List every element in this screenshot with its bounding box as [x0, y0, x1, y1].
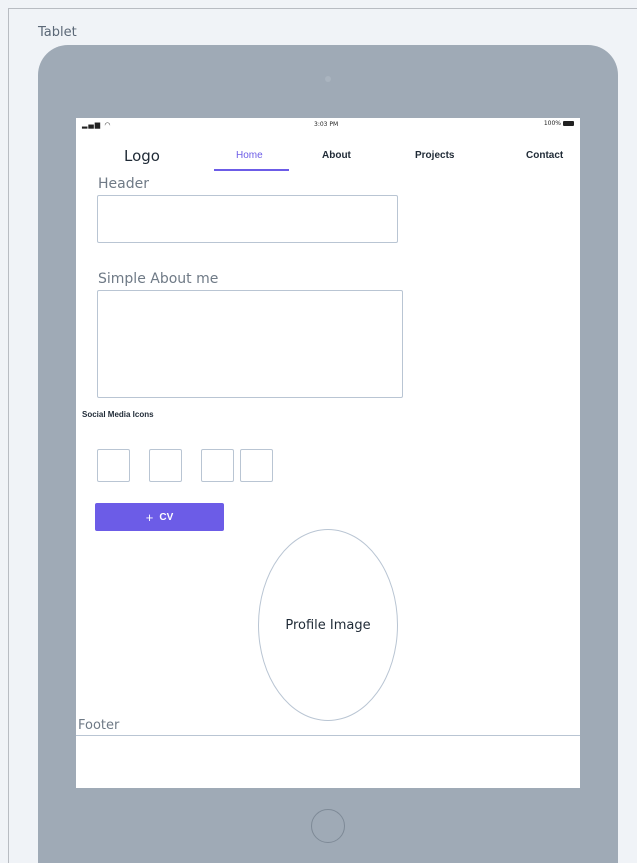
logo[interactable]: Logo — [124, 147, 160, 165]
social-media-label: Social Media Icons — [82, 410, 154, 419]
add-cv-button[interactable]: + CV — [95, 503, 224, 531]
artboard-label: Tablet — [38, 25, 77, 40]
profile-image-placeholder: Profile Image — [258, 529, 398, 721]
social-icon-placeholder[interactable] — [201, 449, 234, 482]
home-button[interactable] — [311, 809, 345, 843]
header-placeholder-box — [97, 195, 398, 243]
nav-item-about[interactable]: About — [322, 150, 351, 161]
social-icon-placeholder[interactable] — [149, 449, 182, 482]
tablet-screen: ▂▄▆ ◠ 3:03 PM 100% Logo Home About Proje… — [76, 118, 580, 788]
footer-divider — [76, 735, 580, 736]
social-icon-placeholder[interactable] — [240, 449, 273, 482]
signal-icon: ▂▄▆ ◠ — [82, 121, 112, 129]
about-label: Simple About me — [98, 271, 219, 287]
plus-icon: + — [145, 509, 154, 525]
nav-active-indicator — [214, 169, 289, 171]
nav-item-projects[interactable]: Projects — [415, 150, 454, 161]
header-label: Header — [98, 176, 149, 192]
social-icon-placeholder[interactable] — [97, 449, 130, 482]
camera-dot — [325, 76, 331, 82]
nav-item-home[interactable]: Home — [236, 150, 263, 161]
footer-label: Footer — [78, 718, 120, 733]
status-time: 3:03 PM — [314, 121, 339, 128]
status-battery: 100% — [544, 120, 574, 127]
battery-icon — [563, 121, 574, 126]
nav-item-contact[interactable]: Contact — [526, 150, 563, 161]
about-placeholder-box — [97, 290, 403, 398]
profile-image-label: Profile Image — [285, 617, 371, 633]
battery-percent: 100% — [543, 120, 561, 127]
cv-button-label: CV — [159, 511, 174, 523]
